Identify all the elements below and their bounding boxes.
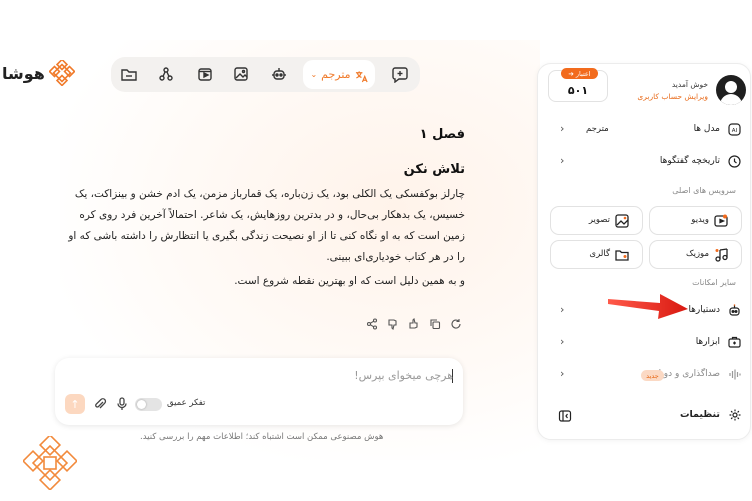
logo-mark-icon: [48, 60, 75, 86]
video-icon[interactable]: [196, 65, 214, 83]
main-services-title: سرویس های اصلی: [672, 186, 736, 195]
avatar[interactable]: [716, 75, 746, 105]
settings-row[interactable]: تنظیمات: [546, 407, 742, 425]
video-label: ویدیو: [691, 215, 709, 225]
new-badge: جدید: [641, 370, 664, 381]
ai-model-icon: AI: [727, 122, 742, 137]
message-actions: [366, 315, 462, 331]
models-row[interactable]: AI مدل ها مترجم ‹: [546, 121, 742, 139]
image-service-button[interactable]: تصویر: [550, 206, 643, 235]
chat-input-placeholder[interactable]: هرچی میخوای بپرس!: [354, 369, 453, 382]
settings-label: تنظیمات: [679, 409, 720, 420]
credit-badge-label: اعتبار: [575, 69, 591, 78]
ornament-icon: [23, 436, 77, 490]
video-service-button[interactable]: ویدیو: [649, 206, 742, 235]
image-icon[interactable]: [232, 65, 250, 83]
credit-badge: اعتبار ➔: [561, 68, 598, 79]
welcome-text: خوش آمدید: [671, 80, 708, 89]
copy-icon[interactable]: [429, 315, 441, 330]
credit-card[interactable]: اعتبار ➔ ۵۰۱: [548, 68, 608, 102]
chevron-down-icon: ⌄: [310, 70, 318, 79]
tools-row[interactable]: ابزارها ‹: [546, 334, 742, 352]
translator-label: مترجم: [321, 68, 351, 81]
edit-profile-link[interactable]: ویرایش حساب کاربری: [637, 92, 708, 101]
folder-icon[interactable]: [120, 65, 138, 83]
thumbs-up-icon[interactable]: [408, 315, 420, 329]
logo-text: هوشا: [2, 63, 45, 83]
attach-icon[interactable]: [93, 397, 107, 411]
send-button[interactable]: ↑: [65, 394, 85, 414]
music-service-button[interactable]: موزیک: [649, 240, 742, 269]
robot-icon[interactable]: [270, 65, 288, 83]
gallery-label: گالری: [589, 249, 610, 259]
top-toolbar: مترجم ⌄: [111, 57, 420, 92]
models-label: مدل ها: [693, 124, 720, 134]
microphone-icon[interactable]: [116, 397, 128, 411]
chevron-left-icon: ‹: [560, 122, 565, 135]
nodes-icon[interactable]: [157, 65, 175, 83]
logo[interactable]: هوشا: [2, 60, 75, 86]
sidebar: خوش آمدید ویرایش حساب کاربری اعتبار ➔ ۵۰…: [537, 63, 751, 440]
chevron-left-icon: ‹: [560, 335, 565, 348]
chevron-left-icon: ‹: [560, 367, 565, 380]
chapter-heading: فصل ۱: [419, 127, 465, 142]
message-closing: و به همین دلیل است که او بهترین نقطه شرو…: [234, 275, 465, 287]
chat-plus-icon[interactable]: [391, 65, 409, 84]
translate-icon: [355, 68, 368, 83]
robot-icon: [727, 303, 742, 318]
translator-selector[interactable]: مترجم ⌄: [303, 60, 375, 89]
dubbing-row[interactable]: صداگذاری و دوبله جدید ‹: [546, 366, 742, 384]
user-icon: [720, 81, 742, 105]
image-icon: [614, 213, 630, 229]
other-features-title: سایر امکانات: [692, 278, 736, 287]
chevron-left-icon: ‹: [560, 154, 565, 167]
assistants-label: دستیارها: [688, 305, 720, 315]
models-value: مترجم: [586, 124, 609, 134]
chevron-left-icon: ‹: [560, 303, 565, 316]
gear-icon: [729, 409, 741, 421]
tools-label: ابزارها: [695, 337, 720, 347]
music-icon: [713, 247, 729, 263]
gallery-service-button[interactable]: گالری: [550, 240, 643, 269]
message-subtitle: تلاش نکن: [403, 162, 465, 177]
deep-thinking-label: تفکر عمیق: [167, 398, 206, 408]
collapse-sidebar-icon[interactable]: [558, 409, 572, 423]
regenerate-icon[interactable]: [450, 315, 462, 329]
sound-wave-icon: [727, 367, 742, 382]
bolt-icon: ➔: [568, 69, 574, 78]
message-paragraph: چارلز بوکفسکی یک الکلی بود، یک زن‌باره، …: [68, 188, 465, 263]
history-label: تاریخچه گفتگوها: [659, 156, 720, 166]
share-icon[interactable]: [366, 315, 378, 330]
credit-value: ۵۰۱: [567, 84, 589, 97]
annotation-arrow-icon: [608, 294, 688, 319]
tools-icon: [727, 335, 742, 350]
svg-text:AI: AI: [732, 128, 738, 134]
history-row[interactable]: تاریخچه گفتگوها ‹: [546, 153, 742, 171]
gallery-icon: [614, 247, 630, 263]
chat-input-box[interactable]: هرچی میخوای بپرس! ↑ تفکر عمیق: [55, 358, 463, 425]
thumbs-down-icon[interactable]: [387, 315, 399, 331]
ai-disclaimer: هوش مصنوعی ممکن است اشتباه کند؛ اطلاعات …: [140, 432, 384, 442]
deep-thinking-toggle[interactable]: [135, 398, 162, 411]
history-icon: [727, 154, 742, 169]
music-label: موزیک: [685, 249, 709, 259]
video-icon: [713, 213, 729, 229]
image-label: تصویر: [588, 215, 610, 225]
